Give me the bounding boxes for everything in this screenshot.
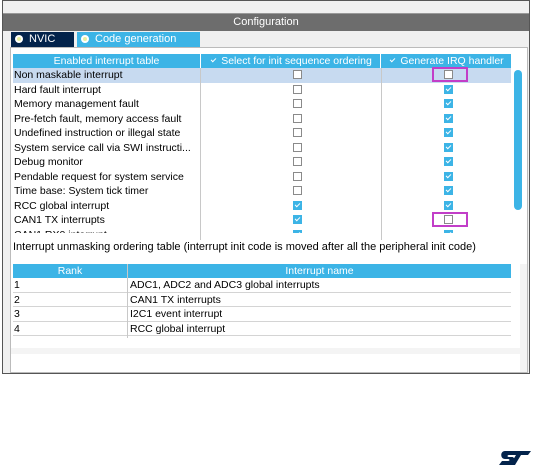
select-all-checkbox-icon[interactable] [388, 56, 398, 65]
rank-cell: 1 [14, 279, 20, 291]
irq-handler-checkbox[interactable] [444, 84, 453, 94]
init-ordering-checkbox[interactable] [293, 229, 302, 233]
status-dot-icon [15, 35, 23, 43]
column-divider [200, 68, 201, 240]
select-all-checkbox-icon[interactable] [209, 56, 219, 65]
init-ordering-checkbox[interactable] [293, 84, 302, 94]
column-header-interrupt-name: Interrupt name [128, 264, 511, 278]
init-ordering-checkbox[interactable] [293, 142, 302, 152]
highlight-box [432, 212, 468, 227]
interrupt-name: Non maskable interrupt [14, 69, 123, 81]
interrupt-name-cell: ADC1, ADC2 and ADC3 global interrupts [130, 279, 320, 291]
irq-handler-checkbox[interactable] [444, 99, 453, 108]
interrupt-name: Time base: System tick timer [14, 185, 149, 197]
vertical-scrollbar[interactable] [520, 264, 527, 372]
irq-handler-checkbox[interactable] [444, 229, 453, 233]
init-ordering-checkbox[interactable] [293, 113, 302, 123]
table-row[interactable]: Pre-fetch fault, memory access fault [13, 112, 511, 127]
column-divider [127, 264, 128, 338]
interrupt-name: CAN1 RX0 interrupt [14, 229, 199, 233]
tab-label: Code generation [95, 33, 177, 45]
horizontal-scrollbar[interactable] [11, 348, 527, 354]
interrupt-name: Memory management fault [14, 98, 139, 110]
table-row[interactable]: Hard fault interrupt [13, 83, 511, 98]
interrupt-name-cell: RCC global interrupt [130, 322, 226, 335]
scrollbar-thumb[interactable] [514, 70, 522, 210]
column-header-init-ordering[interactable]: Select for init sequence ordering [201, 54, 380, 68]
table-row[interactable]: Debug monitor [13, 155, 511, 170]
interrupt-name: Undefined instruction or illegal state [14, 127, 181, 139]
column-header-enabled-interrupts: Enabled interrupt table [13, 54, 200, 68]
init-ordering-checkbox[interactable] [293, 215, 302, 224]
init-ordering-checkbox[interactable] [293, 157, 302, 166]
table-row[interactable]: Memory management fault [13, 97, 511, 112]
irq-handler-checkbox[interactable] [444, 128, 453, 137]
rank-cell: 4 [14, 322, 20, 335]
column-header-irq-handler[interactable]: Generate IRQ handler [381, 54, 511, 68]
irq-handler-checkbox[interactable] [444, 157, 453, 166]
interrupt-name: Debug monitor [14, 156, 83, 168]
table-row[interactable]: RCC global interrupt [13, 199, 511, 214]
interrupt-name: Pre-fetch fault, memory access fault [14, 112, 182, 125]
interrupt-name: Pendable request for system service [14, 170, 184, 183]
ordering-row[interactable]: 4 RCC global interrupt [13, 322, 511, 336]
table-row[interactable]: Time base: System tick timer [13, 184, 511, 199]
table-row[interactable]: CAN1 RX0 interrupt [13, 228, 511, 233]
highlight-box [432, 67, 468, 82]
ordering-table-label: Interrupt unmasking ordering table (inte… [13, 241, 476, 253]
column-header-rank: Rank [13, 264, 127, 278]
init-ordering-checkbox[interactable] [293, 128, 302, 137]
init-ordering-checkbox[interactable] [293, 99, 302, 108]
table-row[interactable]: Pendable request for system service [13, 170, 511, 185]
column-divider [381, 68, 382, 240]
tab-nvic[interactable]: NVIC [11, 32, 74, 47]
init-ordering-checkbox[interactable] [293, 200, 302, 210]
irq-handler-checkbox[interactable] [444, 200, 453, 210]
st-logo-icon [499, 451, 531, 465]
interrupt-name: Hard fault interrupt [14, 83, 101, 96]
tab-label: NVIC [29, 33, 56, 45]
ordering-row[interactable]: 2 CAN1 TX interrupts [13, 293, 511, 307]
irq-handler-checkbox[interactable] [444, 171, 453, 181]
rank-cell: 3 [14, 308, 20, 320]
table-row[interactable]: System service call via SWI instructi... [13, 141, 511, 156]
status-dot-icon [81, 35, 89, 43]
init-ordering-checkbox[interactable] [293, 186, 302, 195]
ordering-row[interactable]: 1 ADC1, ADC2 and ADC3 global interrupts [13, 278, 511, 293]
table-row[interactable]: Undefined instruction or illegal state [13, 126, 511, 141]
nvic-code-generation-panel: Enabled interrupt table Select for init … [10, 47, 528, 373]
interrupt-table-scrollbar[interactable] [514, 70, 522, 235]
init-ordering-checkbox[interactable] [293, 70, 302, 79]
init-ordering-checkbox[interactable] [293, 171, 302, 181]
rank-cell: 2 [14, 293, 20, 306]
interrupt-name: CAN1 TX interrupts [14, 214, 105, 226]
irq-handler-checkbox[interactable] [444, 186, 453, 195]
irq-handler-checkbox[interactable] [444, 142, 453, 152]
tab-code-generation[interactable]: Code generation [77, 32, 200, 47]
ordering-row[interactable]: 3 I2C1 event interrupt [13, 307, 511, 322]
interrupt-name-cell: I2C1 event interrupt [130, 308, 223, 320]
irq-handler-checkbox[interactable] [444, 113, 453, 123]
interrupt-name-cell: CAN1 TX interrupts [130, 293, 221, 306]
interrupt-name: RCC global interrupt [14, 199, 110, 212]
interrupt-name: System service call via SWI instructi... [14, 141, 191, 154]
window-title: Configuration [3, 13, 529, 31]
configuration-window: Configuration NVIC Code generation Enabl… [2, 0, 530, 374]
